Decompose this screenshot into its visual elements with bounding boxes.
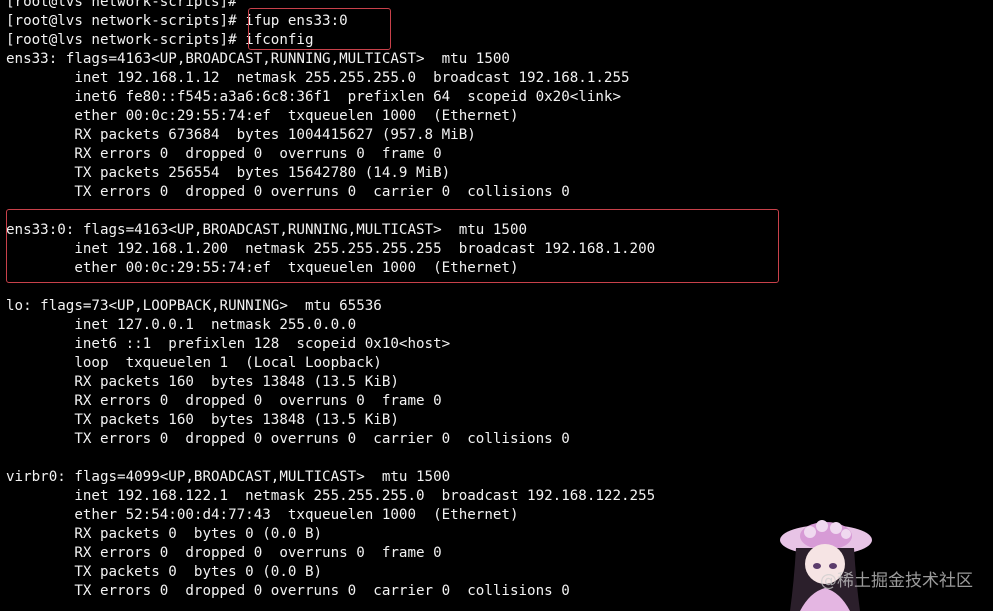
terminal-line: [root@lvs network-scripts]# (6, 0, 237, 10)
terminal-line: [root@lvs network-scripts]# ifconfig (6, 32, 314, 48)
terminal-line: TX errors 0 dropped 0 overruns 0 carrier… (6, 184, 570, 200)
terminal-line: ens33: flags=4163<UP,BROADCAST,RUNNING,M… (6, 51, 510, 67)
terminal-line: ether 00:0c:29:55:74:ef txqueuelen 1000 … (6, 260, 519, 276)
terminal-line: TX packets 256554 bytes 15642780 (14.9 M… (6, 165, 451, 181)
terminal-line: TX errors 0 dropped 0 overruns 0 carrier… (6, 583, 570, 599)
terminal-line: RX errors 0 dropped 0 overruns 0 frame 0 (6, 545, 442, 561)
watermark: @稀土掘金技术社区 (820, 571, 973, 591)
terminal-line: inet 192.168.122.1 netmask 255.255.255.0… (6, 488, 656, 504)
terminal-line: inet 192.168.1.200 netmask 255.255.255.2… (6, 241, 656, 257)
terminal-line: [root@lvs network-scripts]# ifup ens33:0 (6, 13, 348, 29)
terminal-line: ether 52:54:00:d4:77:43 txqueuelen 1000 … (6, 507, 519, 523)
terminal-line: lo: flags=73<UP,LOOPBACK,RUNNING> mtu 65… (6, 298, 382, 314)
terminal-line: inet 192.168.1.12 netmask 255.255.255.0 … (6, 70, 630, 86)
terminal-line: RX packets 160 bytes 13848 (13.5 KiB) (6, 374, 399, 390)
terminal-line: loop txqueuelen 1 (Local Loopback) (6, 355, 382, 371)
terminal-line: inet 127.0.0.1 netmask 255.0.0.0 (6, 317, 357, 333)
terminal-line: RX errors 0 dropped 0 overruns 0 frame 0 (6, 393, 442, 409)
terminal-line: inet6 fe80::f545:a3a6:6c8:36f1 prefixlen… (6, 89, 621, 105)
terminal-line: TX errors 0 dropped 0 overruns 0 carrier… (6, 431, 570, 447)
terminal-line: RX packets 0 bytes 0 (0.0 B) (6, 526, 323, 542)
terminal-line: RX packets 673684 bytes 1004415627 (957.… (6, 127, 476, 143)
terminal-line: inet6 ::1 prefixlen 128 scopeid 0x10<hos… (6, 336, 451, 352)
terminal-line: virbr0: flags=4099<UP,BROADCAST,MULTICAS… (6, 469, 451, 485)
terminal-window[interactable]: [root@lvs network-scripts]# [root@lvs net… (0, 0, 993, 611)
terminal-line: TX packets 160 bytes 13848 (13.5 KiB) (6, 412, 399, 428)
mascot-icon (780, 520, 872, 611)
terminal-line: RX errors 0 dropped 0 overruns 0 frame 0 (6, 146, 442, 162)
terminal-line: ether 00:0c:29:55:74:ef txqueuelen 1000 … (6, 108, 519, 124)
terminal-line: ens33:0: flags=4163<UP,BROADCAST,RUNNING… (6, 222, 528, 238)
terminal-line: TX packets 0 bytes 0 (0.0 B) (6, 564, 323, 580)
